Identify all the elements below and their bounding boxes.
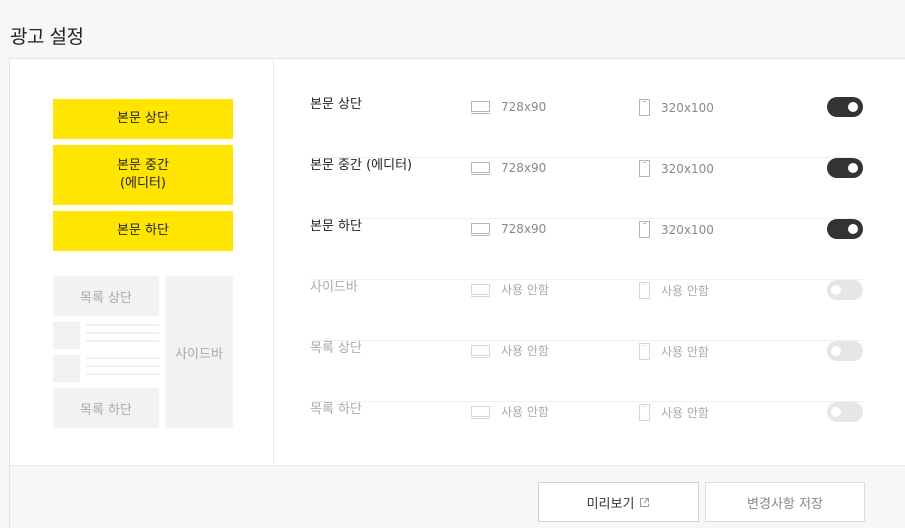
mobile-size: 320x100 — [639, 99, 714, 116]
mobile-size: 사용 안함 — [639, 343, 709, 360]
row-label: 본문 상단 — [310, 97, 362, 112]
row-label: 목록 하단 — [310, 402, 362, 417]
pc-size-value: 728x90 — [501, 222, 547, 236]
toggle-body-top[interactable] — [827, 97, 863, 117]
row-label: 본문 하단 — [310, 219, 362, 234]
preview-list-line — [86, 373, 159, 375]
toggle-knob — [848, 102, 858, 112]
toggle-knob — [831, 407, 841, 417]
pc-size: 사용 안함 — [471, 343, 549, 359]
mobile-icon — [639, 99, 650, 116]
preview-sidebar-label: 사이드바 — [175, 346, 223, 362]
mobile-size: 사용 안함 — [639, 282, 709, 299]
save-changes-label: 변경사항 저장 — [747, 496, 823, 512]
monitor-icon — [471, 100, 490, 114]
preview-ad-bottom-label: 본문 하단 — [117, 223, 169, 238]
setting-row-list-top: 목록 상단 사용 안함 사용 안함 — [310, 341, 864, 402]
mobile-size-value: 320x100 — [661, 161, 714, 176]
mobile-size: 사용 안함 — [639, 404, 709, 421]
preview-ad-middle-line2: (에디터) — [119, 176, 166, 191]
toggle-body-middle[interactable] — [827, 158, 863, 178]
preview-list-thumbnail — [53, 322, 80, 349]
save-changes-button[interactable]: 변경사항 저장 — [705, 482, 865, 522]
preview-ad-top-label: 본문 상단 — [117, 111, 169, 126]
pc-size-value: 728x90 — [501, 161, 547, 175]
preview-list-line — [86, 365, 159, 367]
page-title: 광고 설정 — [10, 26, 84, 48]
row-label: 본문 중간 (에디터) — [310, 158, 413, 173]
preview-button[interactable]: 미리보기 — [538, 482, 699, 522]
mobile-icon — [639, 404, 650, 421]
toggle-body-bottom[interactable] — [827, 219, 863, 239]
pc-size-value: 사용 안함 — [501, 405, 549, 419]
preview-list-line — [86, 340, 159, 342]
monitor-icon — [471, 344, 490, 358]
preview-list-line — [86, 332, 159, 334]
pc-size: 728x90 — [471, 221, 546, 237]
preview-ad-top: 본문 상단 — [53, 99, 233, 139]
mobile-size-value: 사용 안함 — [661, 405, 709, 420]
preview-ad-middle: 본문 중간 (에디터) — [53, 145, 233, 205]
preview-ad-bottom: 본문 하단 — [53, 211, 233, 251]
pc-size: 728x90 — [471, 99, 546, 115]
mobile-size: 320x100 — [639, 221, 714, 238]
preview-list-line — [86, 324, 159, 326]
row-label: 사이드바 — [310, 280, 358, 295]
mobile-size-value: 320x100 — [661, 100, 714, 115]
ad-settings-panel: 본문 상단 본문 중간 (에디터) 본문 하단 목록 상단 목록 하단 사이드바… — [9, 58, 905, 528]
monitor-icon — [471, 222, 490, 236]
setting-row-body-middle: 본문 중간 (에디터) 728x90 320x100 — [310, 158, 864, 219]
monitor-icon — [471, 405, 490, 419]
setting-row-body-top: 본문 상단 728x90 320x100 — [310, 97, 864, 158]
preview-list-line — [86, 357, 159, 359]
setting-row-sidebar: 사이드바 사용 안함 사용 안함 — [310, 280, 864, 341]
pc-size: 728x90 — [471, 160, 546, 176]
pc-size: 사용 안함 — [471, 404, 549, 420]
preview-list-top-label: 목록 상단 — [80, 290, 132, 306]
pc-size-value: 사용 안함 — [501, 344, 549, 358]
preview-button-label: 미리보기 — [586, 496, 635, 512]
panel-footer: 미리보기 변경사항 저장 — [10, 465, 905, 528]
preview-ad-middle-line1: 본문 중간 — [117, 158, 169, 173]
preview-list-top: 목록 상단 — [53, 276, 159, 316]
preview-sidebar: 사이드바 — [165, 276, 233, 428]
mobile-icon — [639, 160, 650, 177]
pc-size: 사용 안함 — [471, 282, 549, 298]
preview-list-bottom-label: 목록 하단 — [80, 402, 132, 418]
toggle-knob — [848, 224, 858, 234]
preview-list-bottom: 목록 하단 — [53, 388, 159, 428]
toggle-knob — [831, 346, 841, 356]
mobile-size-value: 320x100 — [661, 222, 714, 237]
row-label: 목록 상단 — [310, 341, 362, 356]
setting-row-body-bottom: 본문 하단 728x90 320x100 — [310, 219, 864, 280]
mobile-icon — [639, 343, 650, 360]
toggle-sidebar[interactable] — [827, 280, 863, 300]
mobile-icon — [639, 282, 650, 299]
monitor-icon — [471, 161, 490, 175]
mobile-size: 320x100 — [639, 160, 714, 177]
toggle-knob — [831, 285, 841, 295]
monitor-icon — [471, 283, 490, 297]
external-link-icon — [639, 497, 650, 508]
mobile-icon — [639, 221, 650, 238]
panel-divider — [273, 59, 274, 465]
pc-size-value: 728x90 — [501, 100, 547, 114]
preview-list-thumbnail — [53, 355, 80, 382]
toggle-list-bottom[interactable] — [827, 402, 863, 422]
pc-size-value: 사용 안함 — [501, 283, 549, 297]
mobile-size-value: 사용 안함 — [661, 344, 709, 359]
mobile-size-value: 사용 안함 — [661, 283, 709, 298]
toggle-list-top[interactable] — [827, 341, 863, 361]
setting-row-list-bottom: 목록 하단 사용 안함 사용 안함 — [310, 402, 864, 463]
preview-ad-middle-label: 본문 중간 (에디터) — [117, 157, 169, 193]
toggle-knob — [848, 163, 858, 173]
